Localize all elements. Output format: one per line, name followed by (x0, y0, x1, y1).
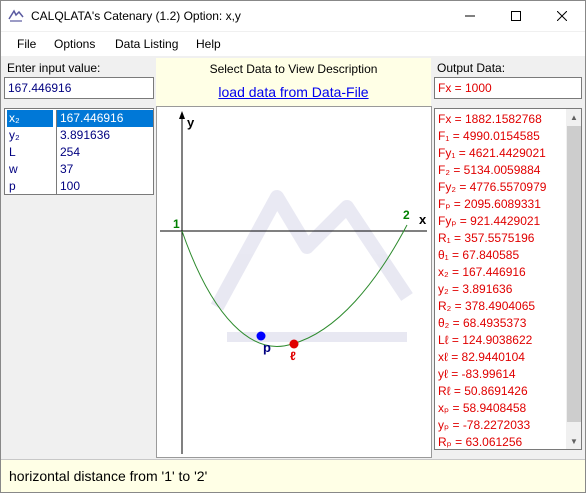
menu-data-listing[interactable]: Data Listing (115, 37, 178, 51)
minimize-button[interactable] (447, 1, 493, 31)
maximize-icon (511, 11, 521, 21)
output-item[interactable]: θ₁ = 67.840585 (438, 247, 519, 264)
point-l-label: ℓ (290, 349, 296, 363)
y-axis-label: y (187, 115, 195, 130)
variable-value: 254 (56, 144, 153, 161)
output-label: Output Data: (437, 61, 506, 75)
variable-name: y₂ (9, 128, 20, 142)
scroll-thumb[interactable] (567, 126, 581, 422)
variable-value: 37 (56, 161, 153, 178)
variable-row[interactable]: y₂ 3.891636 (5, 127, 153, 144)
close-icon (557, 11, 567, 21)
center-header: Select Data to View Description load dat… (156, 58, 431, 106)
point-p-label: p (263, 340, 271, 355)
point-2-label: 2 (403, 208, 410, 222)
y-axis-arrow-icon (179, 111, 185, 119)
variable-value: 3.891636 (56, 127, 153, 144)
variable-value: 100 (56, 178, 153, 195)
catenary-plot: y x 1 2 p ℓ (156, 106, 432, 458)
minimize-icon (465, 15, 475, 17)
output-list: Fx = 1882.1582768 F₁ = 4990.0154585 Fy₁ = … (434, 108, 582, 450)
menu-options[interactable]: Options (54, 37, 95, 51)
variable-row[interactable]: w 37 (5, 161, 153, 178)
output-item[interactable]: yℓ = -83.99614 (438, 366, 516, 383)
output-value: Fx = 1000 (434, 77, 582, 99)
output-item[interactable]: F₂ = 5134.0059884 (438, 162, 540, 179)
select-data-label: Select Data to View Description (209, 62, 378, 76)
close-button[interactable] (539, 1, 585, 31)
window-title: CALQLATA's Catenary (1.2) Option: x,y (31, 9, 241, 23)
variable-list: x₂ 167.446916 y₂ 3.891636 L 254 w 37 p 1… (4, 108, 154, 195)
output-item[interactable]: Fx = 1882.1582768 (438, 111, 542, 128)
output-item[interactable]: R₂ = 378.4904065 (438, 298, 535, 315)
menu-help[interactable]: Help (196, 37, 221, 51)
title-bar[interactable]: CALQLATA's Catenary (1.2) Option: x,y (1, 1, 585, 31)
input-label: Enter input value: (7, 61, 101, 75)
output-item[interactable]: Fy₂ = 4776.5570979 (438, 179, 546, 196)
load-data-link[interactable]: load data from Data-File (156, 84, 431, 100)
variable-name: x₂ (7, 110, 53, 127)
output-item[interactable]: x₂ = 167.446916 (438, 264, 526, 281)
point-l-marker (289, 339, 299, 349)
variable-name: L (9, 145, 16, 159)
catenary-diagram: y x 1 2 p ℓ (160, 111, 427, 454)
output-item[interactable]: R₁ = 357.5575196 (438, 230, 534, 247)
menu-file[interactable]: File (17, 37, 36, 51)
watermark-logo (210, 190, 413, 342)
variable-row[interactable]: p 100 (5, 178, 153, 195)
output-item[interactable]: xℓ = 82.9440104 (438, 349, 525, 366)
maximize-button[interactable] (493, 1, 539, 31)
output-item[interactable]: Fyₚ = 921.4429021 (438, 213, 540, 230)
output-item[interactable]: θ₂ = 68.4935373 (438, 315, 526, 332)
output-item[interactable]: y₂ = 3.891636 (438, 281, 512, 298)
status-bar: horizontal distance from '1' to '2' (1, 459, 585, 492)
value-input[interactable] (4, 77, 154, 99)
x-axis-label: x (419, 212, 427, 227)
output-scrollbar[interactable]: ▲ ▼ (566, 109, 581, 449)
output-item[interactable]: xₚ = 58.9408458 (438, 400, 526, 417)
variable-row[interactable]: L 254 (5, 144, 153, 161)
output-item[interactable]: F₁ = 4990.0154585 (438, 128, 540, 145)
output-item[interactable]: Fy₁ = 4621.4429021 (438, 145, 546, 162)
variable-name: w (9, 162, 18, 176)
app-window: CALQLATA's Catenary (1.2) Option: x,y Fi… (0, 0, 586, 493)
scroll-up-icon[interactable]: ▲ (566, 109, 581, 125)
variable-value: 167.446916 (56, 110, 153, 127)
point-1-label: 1 (173, 217, 180, 231)
output-item[interactable]: Lℓ = 124.9038622 (438, 332, 532, 349)
output-item[interactable]: Rₚ = 63.061256 (438, 434, 522, 449)
app-logo-icon (8, 9, 24, 22)
variable-row[interactable]: x₂ 167.446916 (5, 110, 153, 127)
output-item[interactable]: Rℓ = 50.8691426 (438, 383, 528, 400)
output-item[interactable]: Fₚ = 2095.6089331 (438, 196, 541, 213)
scroll-down-icon[interactable]: ▼ (566, 433, 581, 449)
status-text: horizontal distance from '1' to '2' (9, 468, 208, 484)
variable-name: p (9, 179, 16, 193)
menu-bar: File Options Data Listing Help (1, 32, 585, 56)
output-item[interactable]: yₚ = -78.2272033 (438, 417, 530, 434)
